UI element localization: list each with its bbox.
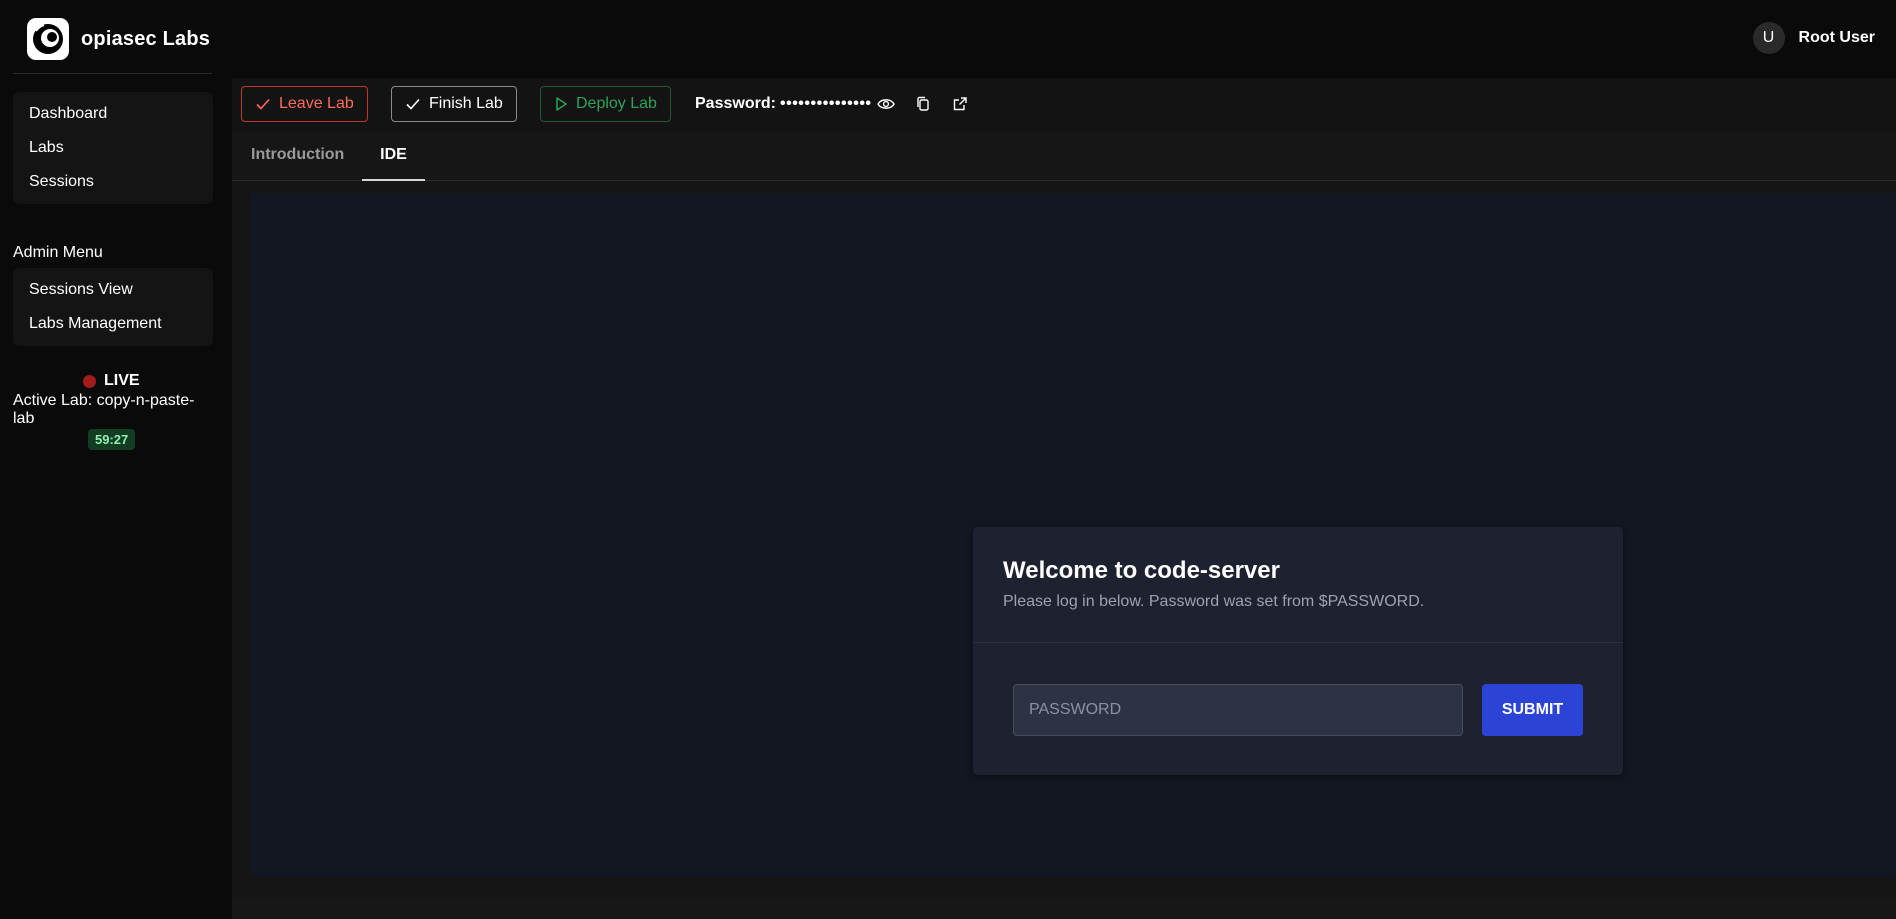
external-link-icon[interactable] (949, 93, 971, 115)
opiasec-logo-icon (27, 18, 69, 60)
lab-toolbar: Leave Lab Finish Lab Deploy Lab Password… (232, 78, 1896, 132)
sidebar-item-labs[interactable]: Labs (13, 131, 213, 165)
tab-bar: Introduction IDE (232, 132, 1896, 181)
check-icon (406, 98, 420, 110)
sidebar-item-dashboard[interactable]: Dashboard (13, 97, 213, 131)
ide-iframe: Welcome to code-server Please log in bel… (250, 193, 1896, 877)
sidebar-item-sessions-view[interactable]: Sessions View (13, 273, 213, 307)
main-nav: Dashboard Labs Sessions (13, 92, 213, 204)
tab-introduction[interactable]: Introduction (251, 132, 344, 181)
lab-timer-badge: 59:27 (88, 429, 136, 450)
brand-name: opiasec Labs (81, 27, 211, 50)
bottom-strip (232, 898, 1896, 919)
live-indicator: LIVE (83, 372, 140, 390)
login-title: Welcome to code-server (1003, 557, 1280, 584)
leave-lab-button[interactable]: Leave Lab (241, 86, 368, 122)
brand[interactable]: opiasec Labs (27, 18, 210, 60)
sidebar: opiasec Labs Dashboard Labs Sessions Adm… (0, 0, 232, 919)
finish-lab-label: Finish Lab (429, 95, 503, 112)
password-input[interactable] (1013, 684, 1463, 736)
leave-lab-label: Leave Lab (279, 95, 354, 112)
play-icon (556, 97, 567, 111)
eye-icon[interactable] (875, 93, 897, 115)
sidebar-divider (13, 73, 212, 74)
login-subtitle: Please log in below. Password was set fr… (1003, 593, 1425, 610)
login-card: Welcome to code-server Please log in bel… (973, 527, 1623, 775)
login-card-header: Welcome to code-server Please log in bel… (973, 527, 1623, 643)
deploy-lab-label: Deploy Lab (576, 95, 657, 112)
admin-nav: Sessions View Labs Management (13, 268, 213, 346)
password-mask: ••••••••••••••• (780, 95, 872, 112)
active-lab-label: Active Lab: copy-n-paste-lab (13, 392, 195, 427)
check-icon (256, 98, 270, 110)
tab-ide[interactable]: IDE (362, 132, 425, 181)
sidebar-item-sessions[interactable]: Sessions (13, 165, 213, 199)
copy-icon[interactable] (912, 93, 934, 115)
deploy-lab-button[interactable]: Deploy Lab (540, 86, 671, 122)
login-form: SUBMIT (973, 643, 1623, 774)
main-content: Leave Lab Finish Lab Deploy Lab Password… (232, 78, 1896, 919)
avatar: U (1752, 22, 1785, 54)
sidebar-item-labs-management[interactable]: Labs Management (13, 307, 213, 341)
finish-lab-button[interactable]: Finish Lab (391, 86, 517, 122)
user-menu[interactable]: U Root User (1752, 22, 1875, 54)
user-name: Root User (1798, 29, 1875, 46)
top-header: U Root User (232, 0, 1896, 78)
live-dot-icon (83, 374, 96, 388)
submit-button[interactable]: SUBMIT (1482, 684, 1583, 736)
password-label: Password: (695, 95, 776, 112)
live-label: LIVE (104, 372, 140, 389)
admin-menu-title: Admin Menu (13, 244, 103, 261)
